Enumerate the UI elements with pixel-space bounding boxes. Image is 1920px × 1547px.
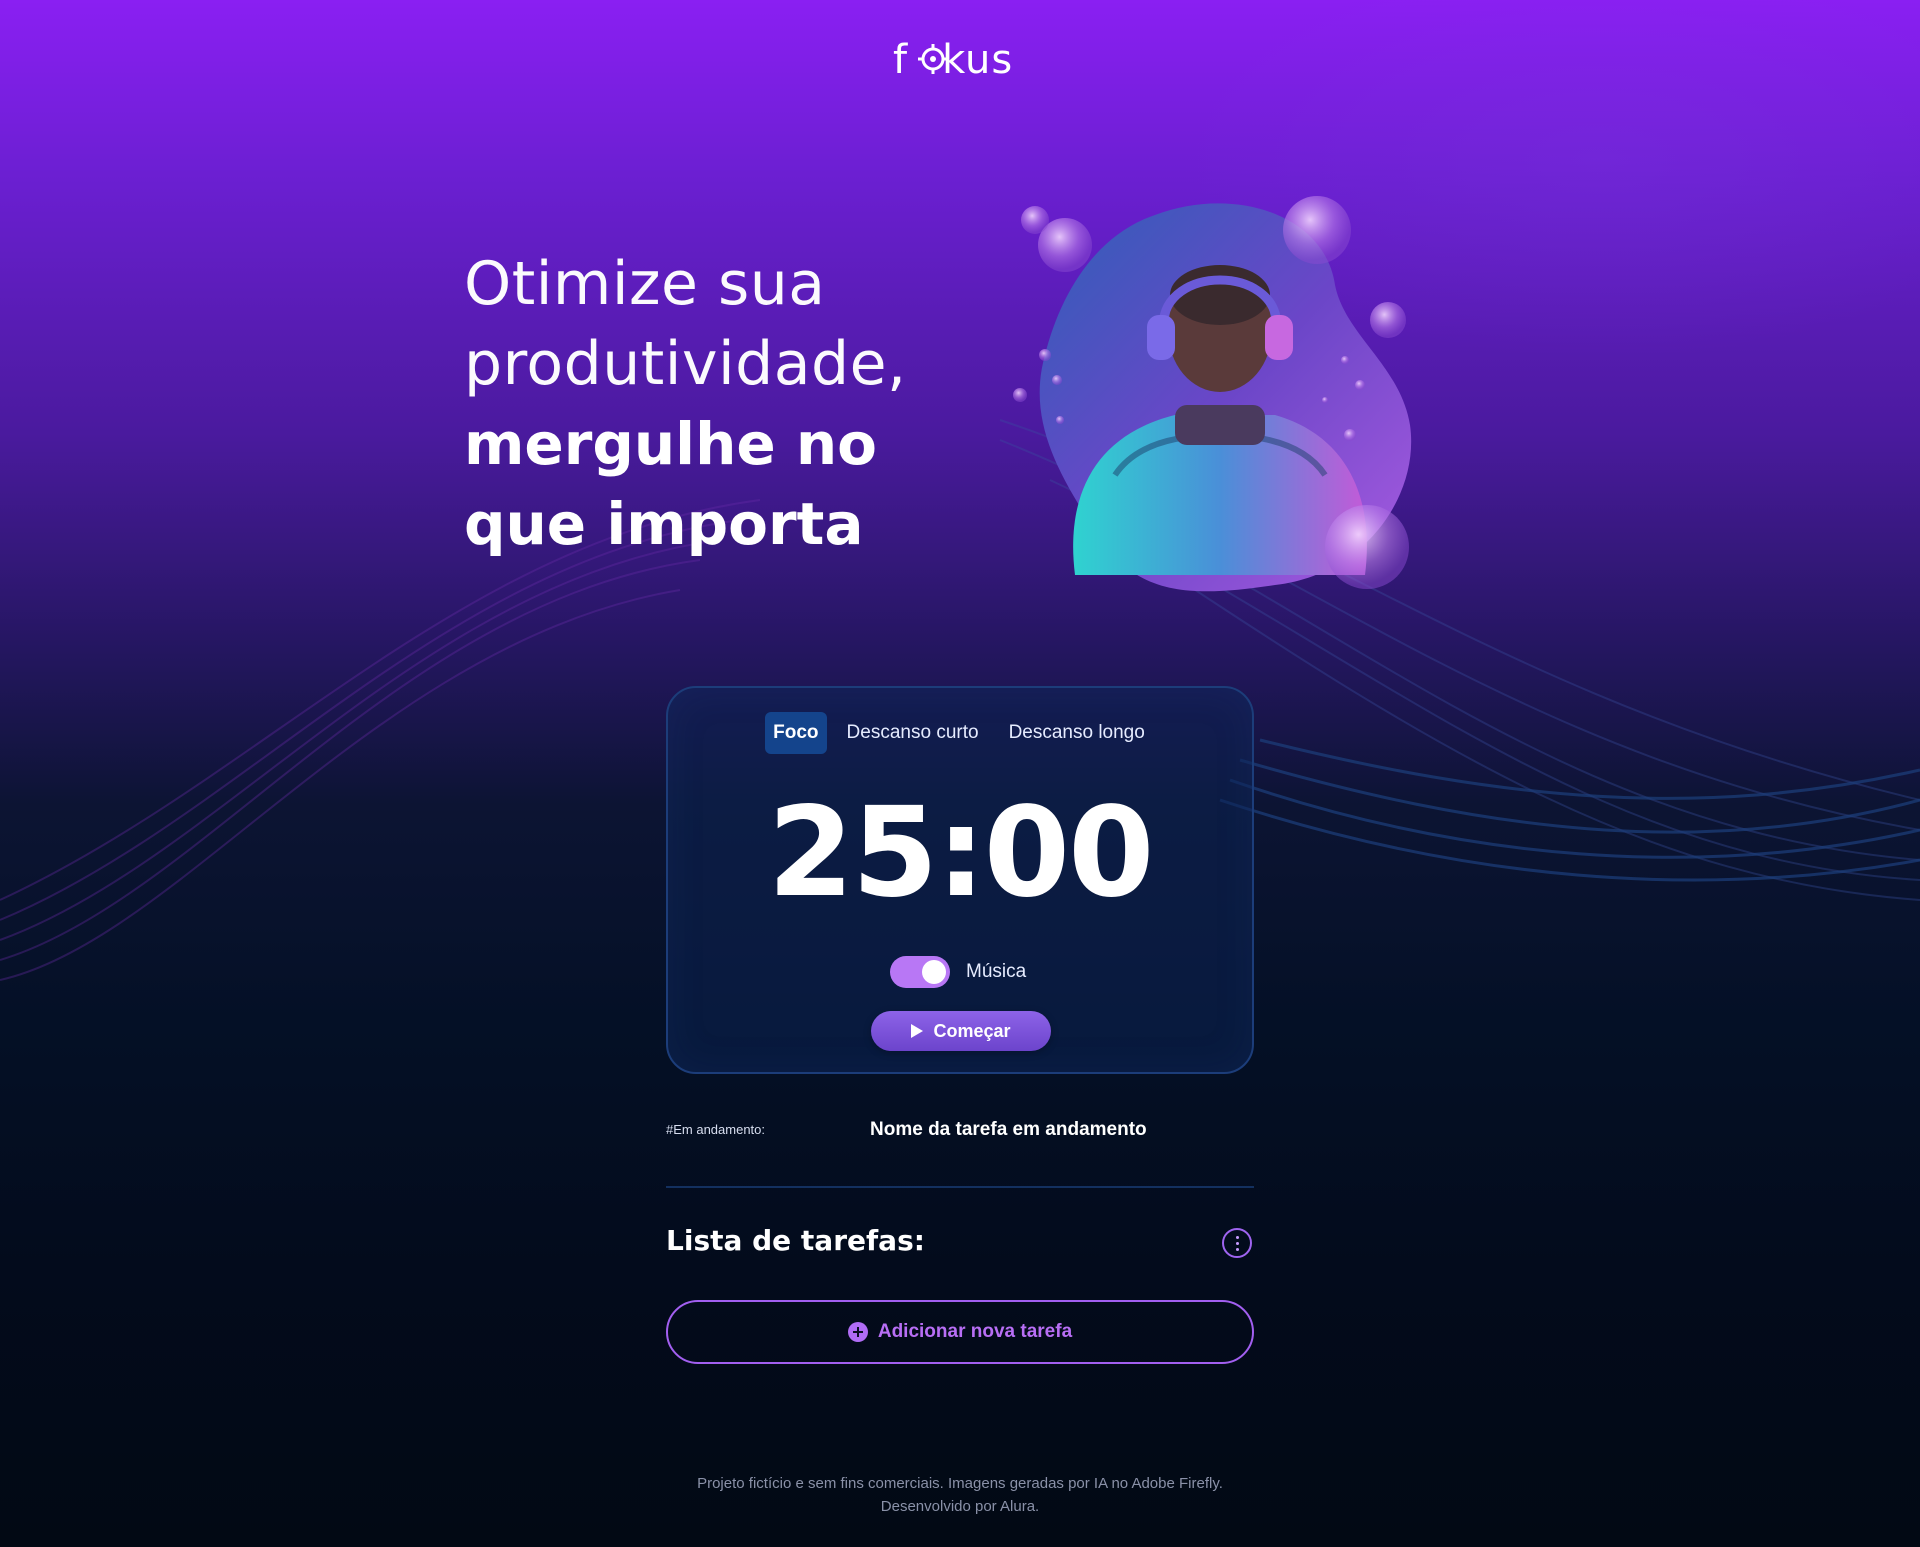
footer-line-1: Projeto fictício e sem fins comerciais. …: [697, 1475, 1223, 1492]
more-dot: [1235, 1247, 1239, 1251]
hero-line-2: produtividade,: [464, 329, 907, 399]
hero-illustration: [1013, 196, 1412, 592]
footer: Projeto fictício e sem fins comerciais. …: [0, 1472, 1920, 1518]
music-toggle-row: Música: [890, 956, 1026, 988]
footer-line-2: Desenvolvido por Alura.: [880, 1498, 1040, 1515]
hero-line-4: que importa: [464, 490, 864, 558]
more-vertical-icon: [1235, 1235, 1239, 1239]
tab-descanso-longo[interactable]: Descanso longo: [999, 712, 1155, 754]
timer-card: Foco Descanso curto Descanso longo 25:00…: [666, 686, 1254, 1074]
tab-descanso-curto[interactable]: Descanso curto: [837, 712, 989, 754]
toggle-knob: [922, 960, 946, 984]
in-progress-task-name: Nome da tarefa em andamento: [870, 1119, 1147, 1140]
music-label: Música: [966, 961, 1027, 982]
play-icon: [911, 1024, 924, 1038]
start-label: Começar: [933, 1020, 1011, 1041]
more-options-button[interactable]: [1222, 1228, 1252, 1258]
section-divider: [666, 1186, 1254, 1188]
start-button[interactable]: Começar: [871, 1011, 1051, 1051]
music-toggle[interactable]: [890, 956, 950, 988]
task-list-title: Lista de tarefas:: [666, 1224, 925, 1257]
target-icon: [918, 44, 948, 74]
add-task-button[interactable]: Adicionar nova tarefa: [666, 1300, 1254, 1364]
in-progress-label: #Em andamento:: [666, 1122, 766, 1137]
tab-foco[interactable]: Foco: [765, 712, 827, 754]
timer-mode-tabs: Foco Descanso curto Descanso longo: [668, 712, 1252, 754]
more-dot: [1235, 1241, 1239, 1245]
plus-circle-icon: [847, 1322, 868, 1342]
hero-heading: Otimize sua produtividade, mergulhe no q…: [464, 244, 984, 564]
logo-text: f kus: [893, 37, 1014, 83]
add-task-label: Adicionar nova tarefa: [877, 1321, 1073, 1342]
timer-display: 25:00: [767, 781, 1155, 925]
hero-line-3: mergulhe no: [464, 410, 878, 478]
fokus-logo[interactable]: f kus: [893, 38, 1027, 82]
hero-line-1: Otimize sua: [464, 249, 826, 319]
